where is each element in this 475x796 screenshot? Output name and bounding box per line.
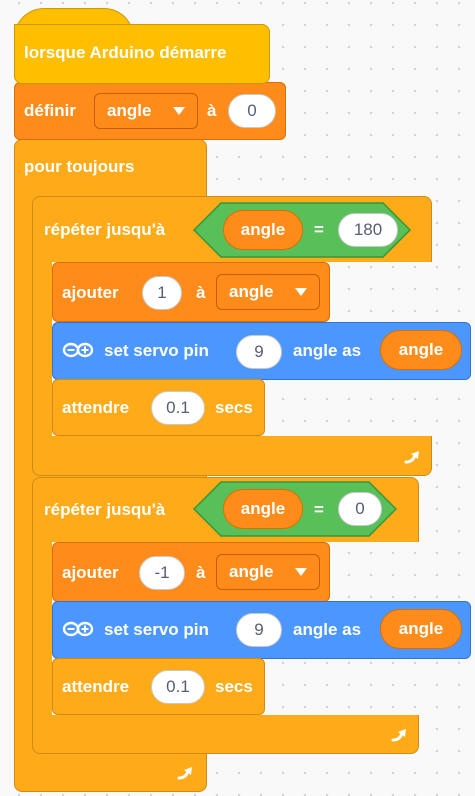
repeat1-cond-variable[interactable]: angle (223, 210, 303, 250)
repeat1-label: répéter jusqu'à (44, 220, 166, 239)
loop-arrow-icon (177, 767, 192, 780)
loop-arrow-icon (404, 451, 419, 464)
set-to-label: à (207, 101, 217, 120)
servo2-pin[interactable]: 9 (236, 613, 282, 647)
dropdown-arrow-icon (295, 288, 307, 296)
set-variable: angle (107, 101, 152, 120)
wait1-label: attendre (62, 398, 130, 417)
servo2-label: set servo pin (104, 620, 209, 639)
dropdown-arrow-icon (295, 568, 307, 576)
change1-label: ajouter (62, 283, 119, 302)
set-value[interactable]: 0 (228, 94, 276, 128)
servo2-angle-reporter[interactable]: angle (380, 609, 462, 649)
wait1-value[interactable]: 0.1 (151, 391, 205, 425)
change1-variable-dropdown[interactable]: angle (216, 274, 320, 310)
hat-label: lorsque Arduino démarre (24, 43, 227, 62)
loop-arrow-icon (391, 729, 406, 742)
wait2-unit: secs (215, 677, 253, 696)
change2-label: ajouter (62, 563, 119, 582)
servo2-angle-label: angle as (293, 620, 362, 639)
change2-value[interactable]: -1 (139, 556, 185, 590)
wait2-value[interactable]: 0.1 (151, 670, 205, 704)
change2-variable-dropdown[interactable]: angle (216, 554, 320, 590)
set-label: définir (24, 101, 76, 120)
arduino-infinity-icon (62, 342, 94, 358)
servo1-angle-label: angle as (293, 341, 362, 360)
forever-label: pour toujours (24, 157, 135, 176)
servo1-label: set servo pin (104, 341, 209, 360)
servo1-pin[interactable]: 9 (236, 335, 282, 369)
servo1-angle-reporter[interactable]: angle (380, 330, 462, 370)
repeat2-label: répéter jusqu'à (44, 500, 166, 519)
change1-to-label: à (196, 283, 206, 302)
set-variable-dropdown[interactable]: angle (94, 93, 198, 129)
change2-to-label: à (196, 563, 206, 582)
wait1-unit: secs (215, 398, 253, 417)
change1-value[interactable]: 1 (142, 276, 182, 310)
repeat1-cond-value[interactable]: 180 (338, 213, 398, 247)
repeat2-cond-variable[interactable]: angle (223, 489, 303, 529)
repeat2-cond-value[interactable]: 0 (338, 492, 382, 526)
arduino-infinity-icon (62, 621, 94, 637)
repeat2-cond-operator: = (314, 500, 324, 519)
change2-variable: angle (229, 562, 274, 581)
repeat1-cond-operator: = (314, 220, 324, 239)
wait2-label: attendre (62, 677, 130, 696)
change1-variable: angle (229, 282, 274, 301)
dropdown-arrow-icon (173, 107, 185, 115)
